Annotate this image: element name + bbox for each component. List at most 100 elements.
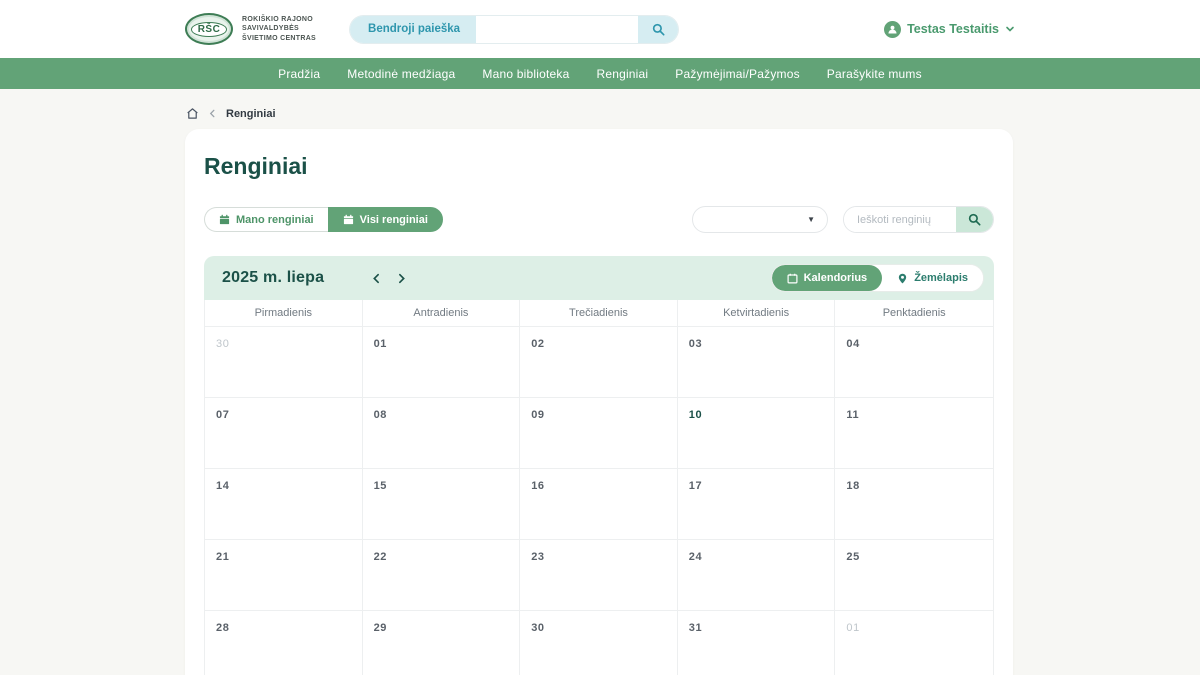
day-number: 31 bbox=[689, 622, 702, 634]
day-number: 01 bbox=[374, 338, 387, 350]
calendar-day-cell[interactable]: 24 bbox=[678, 540, 836, 611]
calendar-day-cell[interactable]: 30 bbox=[205, 327, 363, 398]
nav-item-4[interactable]: Renginiai bbox=[596, 67, 648, 81]
nav-item-6[interactable]: Parašykite mums bbox=[827, 67, 922, 81]
day-number: 01 bbox=[846, 622, 859, 634]
calendar-day-cell[interactable]: 31 bbox=[678, 611, 836, 675]
weekday-header: Pirmadienis bbox=[205, 300, 363, 327]
calendar-day-cell[interactable]: 08 bbox=[363, 398, 521, 469]
day-number: 11 bbox=[846, 409, 859, 421]
home-icon[interactable] bbox=[186, 107, 199, 120]
events-search-input[interactable] bbox=[844, 207, 956, 232]
weekday-header: Antradienis bbox=[363, 300, 521, 327]
day-number: 17 bbox=[689, 480, 702, 492]
global-search-button[interactable] bbox=[638, 16, 678, 43]
calendar-day-cell[interactable]: 01 bbox=[835, 611, 993, 675]
calendar-day-cell[interactable]: 01 bbox=[363, 327, 521, 398]
calendar-day-cell[interactable]: 28 bbox=[205, 611, 363, 675]
day-number: 23 bbox=[531, 551, 544, 563]
day-number: 14 bbox=[216, 480, 229, 492]
calendar-table: PirmadienisAntradienisTrečiadienisKetvir… bbox=[204, 300, 994, 675]
calendar-day-cell[interactable]: 18 bbox=[835, 469, 993, 540]
calendar-day-cell[interactable]: 15 bbox=[363, 469, 521, 540]
my-events-label: Mano renginiai bbox=[236, 214, 314, 226]
calendar-day-cell[interactable]: 04 bbox=[835, 327, 993, 398]
org-logo[interactable]: RŠC ROKIŠKIO RAJONO SAVIVALDYBĖS ŠVIETIM… bbox=[185, 13, 316, 45]
weekday-header: Ketvirtadienis bbox=[678, 300, 836, 327]
calendar-day-cell[interactable]: 14 bbox=[205, 469, 363, 540]
page-title: Renginiai bbox=[204, 153, 994, 180]
calendar-view-button[interactable]: Kalendorius bbox=[772, 265, 883, 291]
org-name-line2: SAVIVALDYBĖS bbox=[242, 24, 316, 33]
calendar-day-cell[interactable]: 17 bbox=[678, 469, 836, 540]
map-view-label: Žemėlapis bbox=[914, 272, 968, 284]
day-number: 25 bbox=[846, 551, 859, 563]
view-toggle: Kalendorius Žemėlapis bbox=[771, 264, 984, 292]
calendar-view-label: Kalendorius bbox=[804, 272, 868, 284]
calendar-icon bbox=[787, 273, 798, 284]
search-icon bbox=[652, 23, 665, 36]
calendar-day-cell[interactable]: 21 bbox=[205, 540, 363, 611]
controls-row: Mano renginiai Visi renginiai ▼ bbox=[204, 206, 994, 233]
filter-controls: ▼ bbox=[692, 206, 994, 233]
day-number: 29 bbox=[374, 622, 387, 634]
calendar-month-title: 2025 m. liepa bbox=[222, 269, 324, 287]
nav-item-1[interactable]: Pradžia bbox=[278, 67, 320, 81]
day-number: 18 bbox=[846, 480, 859, 492]
global-search-label: Bendroji paieška bbox=[350, 16, 476, 43]
calendar-day-cell[interactable]: 22 bbox=[363, 540, 521, 611]
calendar-day-cell[interactable]: 11 bbox=[835, 398, 993, 469]
day-number: 22 bbox=[374, 551, 387, 563]
nav-item-3[interactable]: Mano biblioteka bbox=[482, 67, 569, 81]
day-number: 15 bbox=[374, 480, 387, 492]
user-name: Testas Testaitis bbox=[907, 22, 999, 36]
calendar-icon bbox=[219, 214, 230, 225]
breadcrumb: Renginiai bbox=[186, 107, 1200, 120]
category-select[interactable]: ▼ bbox=[692, 206, 828, 233]
calendar-day-cell[interactable]: 16 bbox=[520, 469, 678, 540]
breadcrumb-current: Renginiai bbox=[226, 108, 276, 120]
calendar-day-cell[interactable]: 29 bbox=[363, 611, 521, 675]
calendar-nav bbox=[368, 268, 409, 288]
calendar-day-cell[interactable]: 25 bbox=[835, 540, 993, 611]
day-number: 07 bbox=[216, 409, 229, 421]
calendar-panel: 2025 m. liepa bbox=[204, 256, 994, 675]
events-search-button[interactable] bbox=[956, 207, 993, 232]
day-number: 21 bbox=[216, 551, 229, 563]
calendar-day-cell[interactable]: 09 bbox=[520, 398, 678, 469]
org-name: ROKIŠKIO RAJONO SAVIVALDYBĖS ŠVIETIMO CE… bbox=[242, 15, 316, 42]
org-name-line1: ROKIŠKIO RAJONO bbox=[242, 15, 316, 24]
calendar-day-cell[interactable]: 10 bbox=[678, 398, 836, 469]
user-avatar-icon bbox=[884, 21, 901, 38]
day-number: 02 bbox=[531, 338, 544, 350]
my-events-button[interactable]: Mano renginiai bbox=[204, 207, 328, 232]
top-header: RŠC ROKIŠKIO RAJONO SAVIVALDYBĖS ŠVIETIM… bbox=[0, 0, 1200, 58]
global-search-input[interactable] bbox=[476, 16, 638, 43]
next-month-button[interactable] bbox=[393, 268, 409, 288]
nav-item-2[interactable]: Metodinė medžiaga bbox=[347, 67, 455, 81]
day-number: 08 bbox=[374, 409, 387, 421]
map-pin-icon bbox=[897, 273, 908, 284]
main-nav: Pradžia Metodinė medžiaga Mano biblioteka R… bbox=[0, 58, 1200, 89]
calendar-header: 2025 m. liepa bbox=[204, 256, 994, 300]
day-number: 09 bbox=[531, 409, 544, 421]
calendar-day-cell[interactable]: 02 bbox=[520, 327, 678, 398]
logo-oval-icon: RŠC bbox=[185, 13, 233, 45]
all-events-button[interactable]: Visi renginiai bbox=[328, 207, 443, 232]
user-menu[interactable]: Testas Testaitis bbox=[884, 21, 1015, 38]
calendar-icon bbox=[343, 214, 354, 225]
day-number: 30 bbox=[531, 622, 544, 634]
map-view-button[interactable]: Žemėlapis bbox=[882, 265, 983, 291]
prev-month-button[interactable] bbox=[368, 268, 384, 288]
content-card: Renginiai Mano renginiai bbox=[185, 129, 1013, 675]
nav-item-5[interactable]: Pažymėjimai/Pažymos bbox=[675, 67, 800, 81]
search-icon bbox=[968, 213, 981, 226]
calendar-day-cell[interactable]: 30 bbox=[520, 611, 678, 675]
events-scope-toggle: Mano renginiai Visi renginiai bbox=[204, 207, 443, 232]
calendar-day-cell[interactable]: 07 bbox=[205, 398, 363, 469]
calendar-day-cell[interactable]: 23 bbox=[520, 540, 678, 611]
caret-down-icon: ▼ bbox=[807, 215, 815, 224]
global-search: Bendroji paieška bbox=[350, 16, 678, 43]
calendar-day-cell[interactable]: 03 bbox=[678, 327, 836, 398]
day-number: 03 bbox=[689, 338, 702, 350]
